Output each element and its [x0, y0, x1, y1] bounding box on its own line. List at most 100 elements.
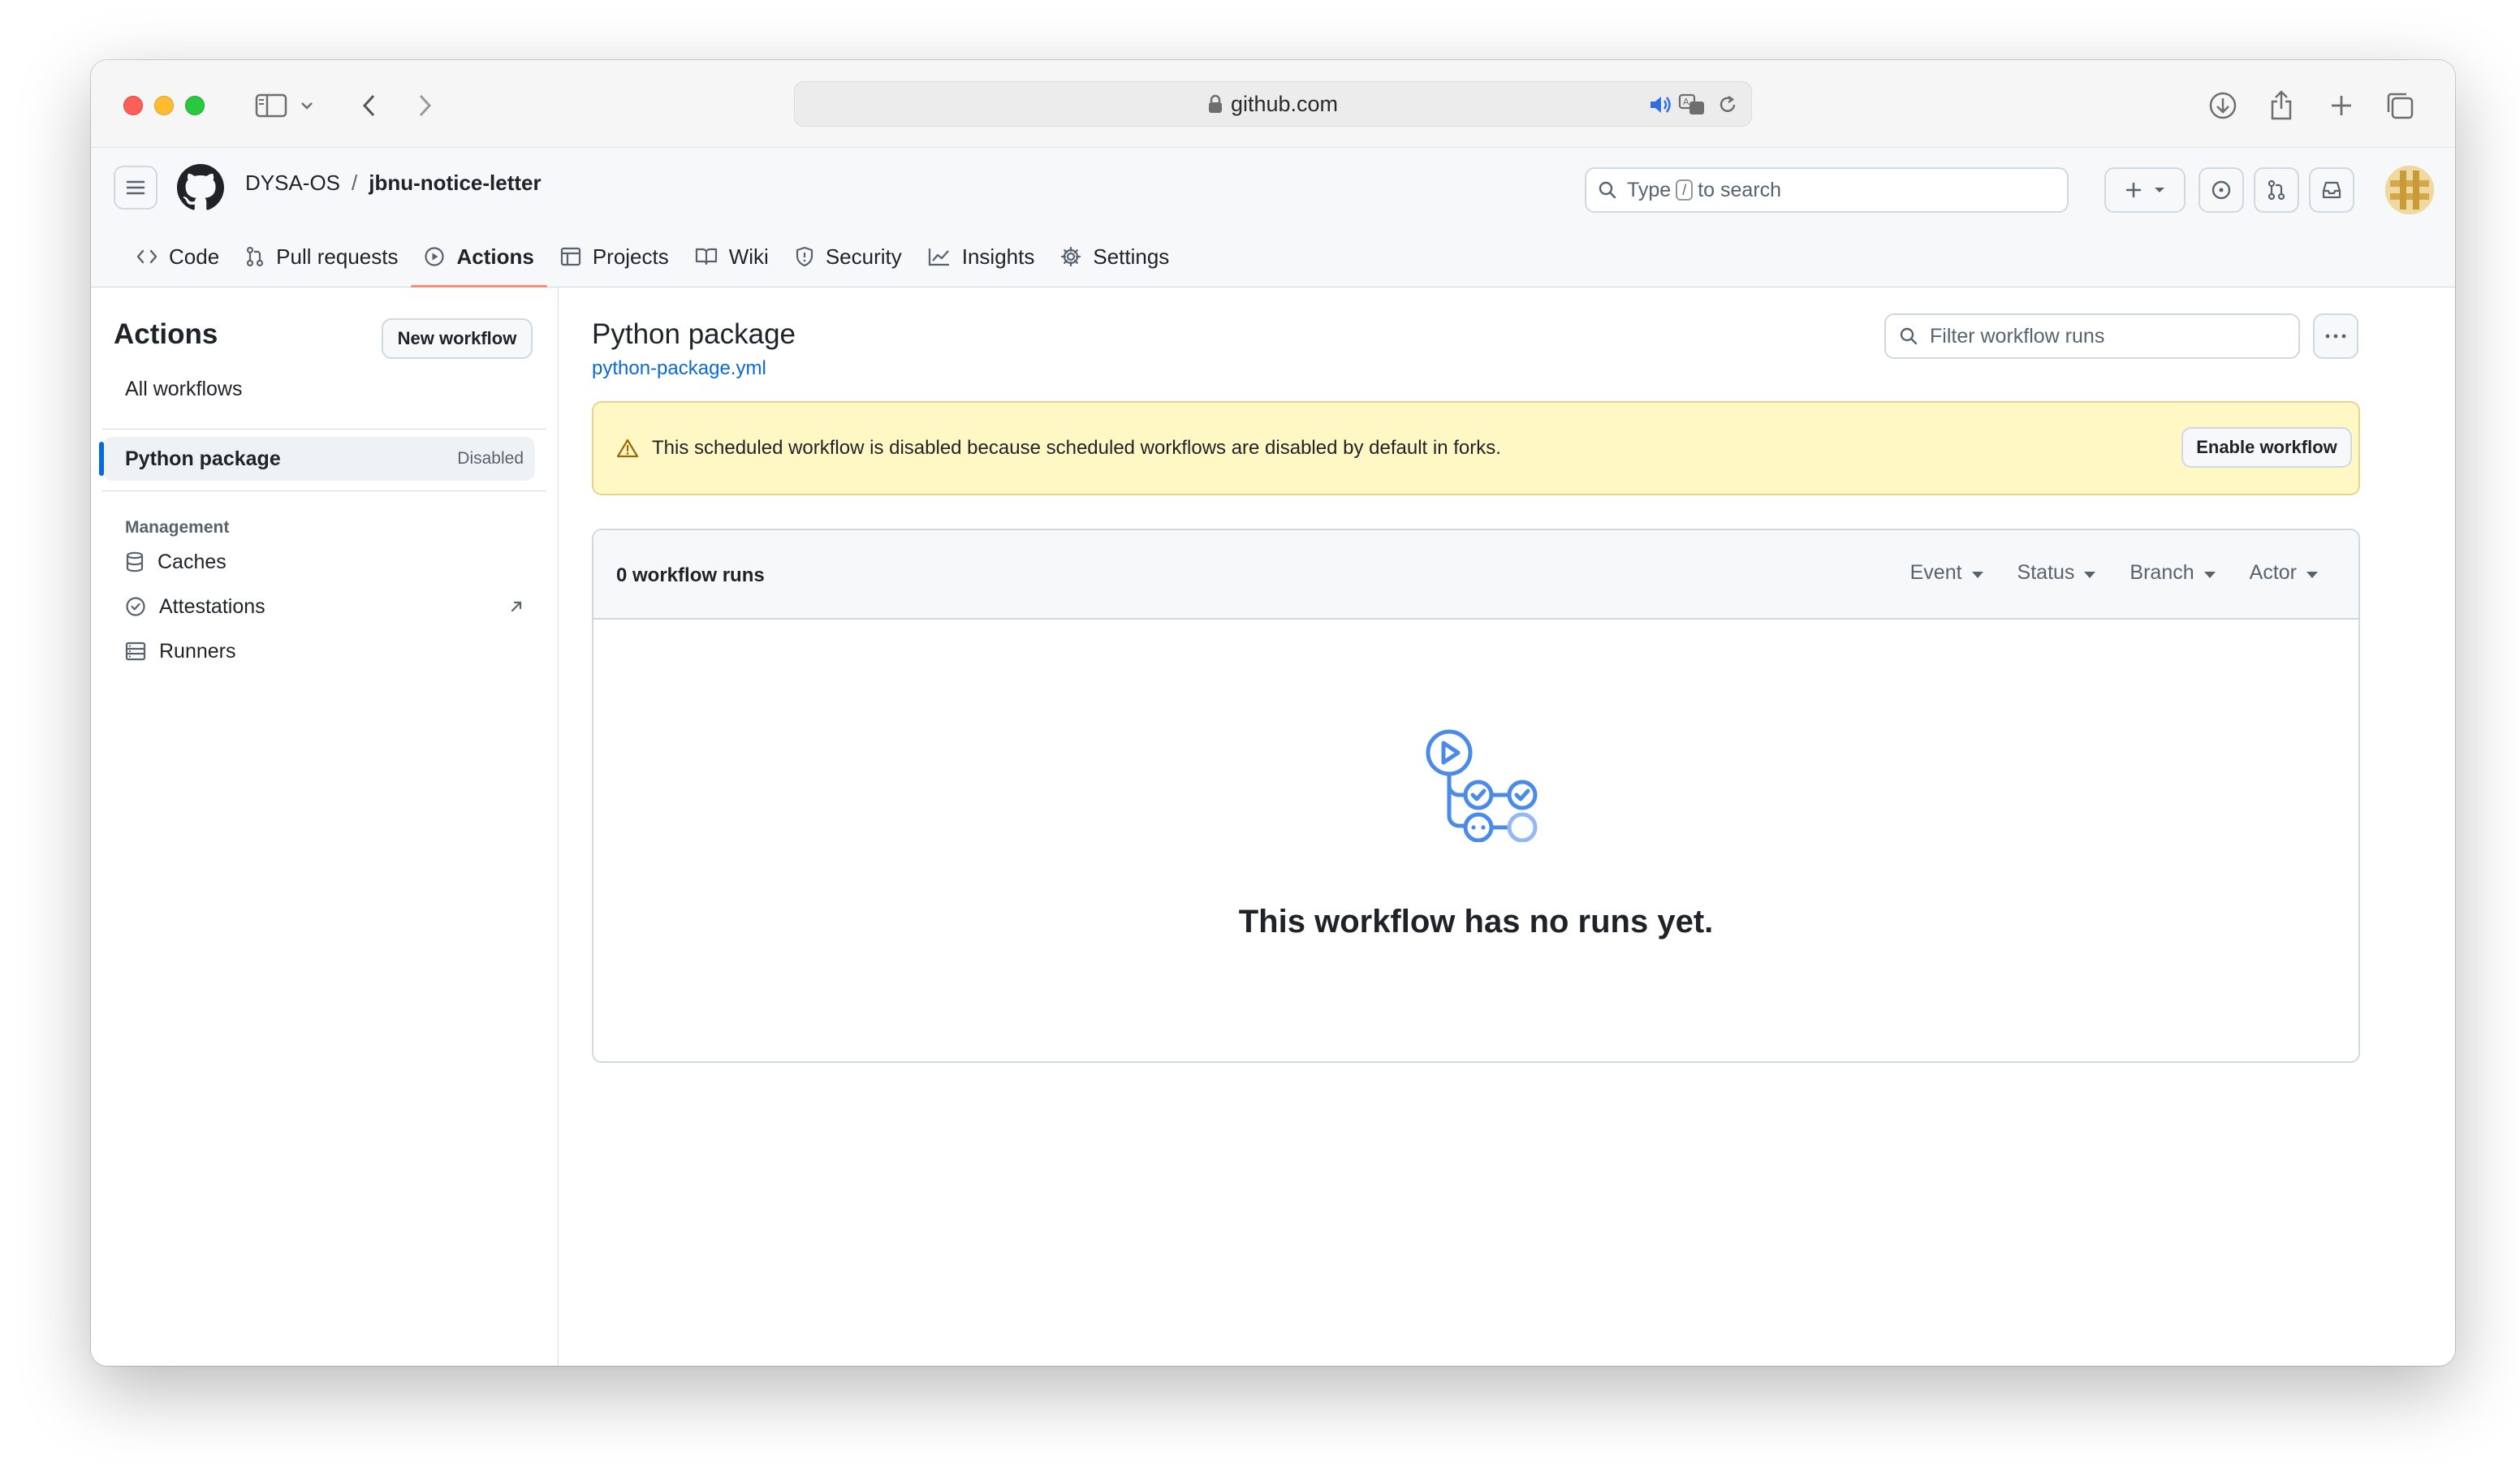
filter-label: Actor [2249, 561, 2297, 584]
speaker-icon[interactable] [1649, 82, 1673, 127]
search-suffix: to search [1698, 178, 1782, 201]
workflow-file-link[interactable]: python-package.yml [592, 357, 766, 380]
pull-requests-button[interactable] [2254, 167, 2299, 213]
tab-insights[interactable]: Insights [915, 226, 1048, 287]
actions-sidebar: Actions New workflow All workflows Pytho… [91, 287, 559, 1366]
sidebar-item-label: Runners [159, 639, 236, 663]
filter-placeholder: Filter workflow runs [1930, 324, 2105, 348]
create-new-button[interactable] [2104, 167, 2186, 213]
sidebar-item-label: Caches [158, 550, 227, 573]
inbox-button[interactable] [2309, 167, 2354, 213]
gear-icon [1060, 246, 1081, 267]
plus-icon [2125, 182, 2142, 198]
caret-down-icon [2203, 571, 2216, 578]
breadcrumb-separator: / [352, 171, 358, 195]
sidebar-toggle-icon[interactable] [250, 88, 292, 123]
more-options-button[interactable] [2313, 313, 2358, 359]
browser-toolbar: github.com A [91, 60, 2455, 148]
runs-count: 0 workflow runs [616, 564, 765, 586]
github-logo[interactable] [177, 164, 224, 211]
enable-workflow-button[interactable]: Enable workflow [2181, 427, 2352, 468]
sidebar-item-attestations[interactable]: Attestations [102, 586, 535, 627]
new-tab-icon[interactable] [2324, 88, 2359, 123]
minimize-window-button[interactable] [154, 96, 174, 115]
tab-actions[interactable]: Actions [411, 226, 548, 288]
breadcrumb-owner-link[interactable]: DYSA-OS [245, 171, 340, 196]
new-workflow-button[interactable]: New workflow [382, 318, 533, 359]
inbox-icon [2322, 181, 2341, 199]
caret-down-icon [2084, 571, 2096, 578]
tab-label: Pull requests [276, 244, 399, 269]
status-filter-dropdown[interactable]: Status [2017, 561, 2096, 585]
table-icon [560, 246, 581, 267]
sidebar-item-caches[interactable]: Caches [102, 542, 535, 582]
workflow-empty-icon [1425, 728, 1542, 842]
filter-runs-input[interactable]: Filter workflow runs [1884, 313, 2300, 359]
tab-wiki[interactable]: Wiki [682, 226, 782, 287]
back-icon[interactable] [351, 88, 386, 123]
browser-window: github.com A DYSA-OS / jbnu-notice-lette… [91, 60, 2455, 1366]
search-icon [1899, 326, 1918, 346]
page-title: Python package [592, 318, 796, 350]
address-bar[interactable]: github.com A [794, 81, 1752, 127]
tab-label: Settings [1093, 244, 1170, 269]
book-icon [695, 247, 718, 266]
tab-code[interactable]: Code [123, 226, 232, 287]
tab-pull-requests[interactable]: Pull requests [232, 226, 411, 287]
translate-icon[interactable]: A [1678, 82, 1706, 127]
tab-label: Actions [456, 244, 534, 269]
runs-header: 0 workflow runs Event Status Branch Acto… [593, 530, 2358, 620]
git-pull-request-icon [2268, 179, 2285, 201]
forward-icon[interactable] [408, 88, 443, 123]
tab-label: Wiki [728, 244, 769, 269]
breadcrumb-repo-link[interactable]: jbnu-notice-letter [369, 171, 541, 196]
play-icon [424, 246, 445, 267]
breadcrumb: DYSA-OS / jbnu-notice-letter [245, 171, 542, 196]
tab-security[interactable]: Security [782, 226, 915, 287]
lock-icon [1208, 94, 1223, 114]
sidebar-item-all-workflows[interactable]: All workflows [102, 367, 535, 411]
runs-filters: Event Status Branch Actor [1910, 561, 2318, 585]
main-content: Python package python-package.yml Filter… [559, 287, 2455, 1366]
zoom-window-button[interactable] [185, 96, 205, 115]
sidebar-item-python-package[interactable]: Python package Disabled [99, 437, 535, 481]
workflow-runs-panel: 0 workflow runs Event Status Branch Acto… [592, 529, 2360, 1063]
reload-icon[interactable] [1717, 82, 1738, 127]
url-text: github.com [1230, 91, 1339, 116]
empty-state-message: This workflow has no runs yet. [1238, 904, 1714, 940]
alert-icon [616, 438, 639, 459]
search-icon [1598, 180, 1617, 200]
event-filter-dropdown[interactable]: Event [1910, 561, 1983, 585]
filter-label: Status [2017, 561, 2075, 584]
avatar[interactable] [2385, 166, 2434, 214]
verified-icon [125, 596, 146, 617]
actor-filter-dropdown[interactable]: Actor [2250, 561, 2318, 585]
menu-button[interactable] [114, 166, 158, 210]
sidebar-item-runners[interactable]: Runners [102, 631, 535, 672]
chevron-down-icon[interactable] [296, 88, 318, 123]
share-icon[interactable] [2263, 88, 2299, 123]
sidebar-item-label: Attestations [159, 594, 265, 618]
tab-overview-icon[interactable] [2382, 88, 2418, 123]
tab-label: Insights [961, 244, 1035, 269]
sidebar-item-label: Python package [125, 447, 281, 470]
issues-button[interactable] [2199, 167, 2244, 213]
caret-down-icon [1971, 571, 1983, 578]
git-pull-request-icon [245, 246, 265, 267]
search-prefix: Type [1627, 178, 1672, 201]
close-window-button[interactable] [123, 96, 143, 115]
branch-filter-dropdown[interactable]: Branch [2129, 561, 2216, 585]
disabled-workflow-banner: This scheduled workflow is disabled beca… [592, 401, 2360, 495]
tab-label: Projects [592, 244, 669, 269]
downloads-icon[interactable] [2205, 88, 2241, 123]
tab-settings[interactable]: Settings [1047, 226, 1182, 287]
tab-label: Security [825, 244, 902, 269]
shield-icon [795, 246, 814, 267]
code-icon [136, 248, 158, 265]
status-badge: Disabled [457, 449, 524, 468]
tab-projects[interactable]: Projects [547, 226, 682, 287]
repo-tabs: Code Pull requests Actions Projects Wiki… [123, 226, 1182, 288]
caret-down-icon [2155, 188, 2164, 192]
link-external-icon [509, 599, 524, 614]
search-input[interactable]: Type / to search [1585, 167, 2069, 213]
